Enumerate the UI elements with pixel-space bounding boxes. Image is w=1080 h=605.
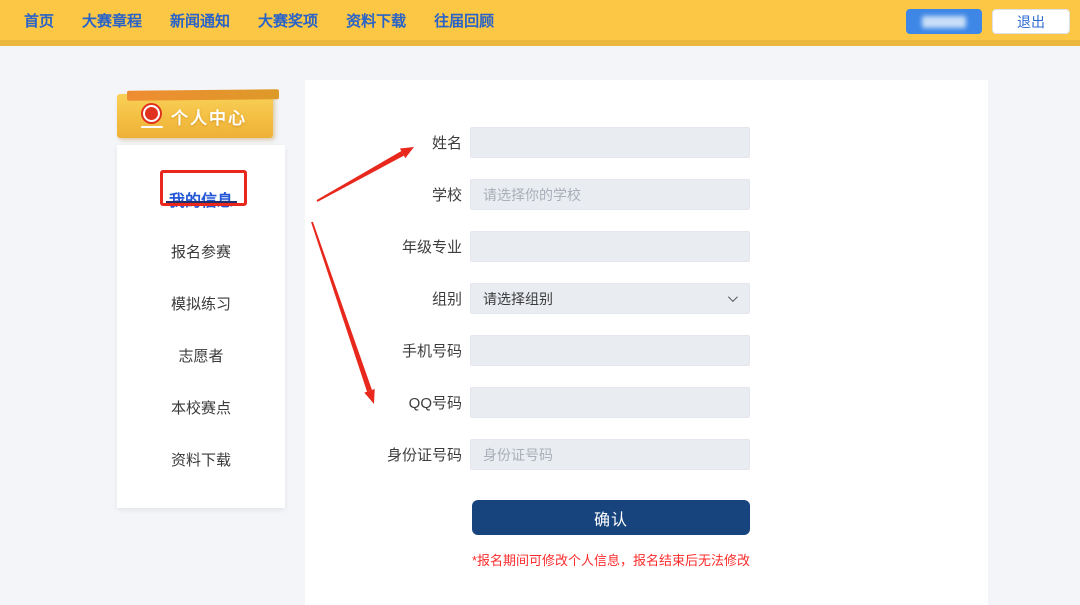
name-input[interactable] [470,127,750,158]
nav-item-charter[interactable]: 大赛章程 [82,10,142,31]
personal-center-page: 首页 大赛章程 新闻通知 大赛奖项 资料下载 往届回顾 退出 个人中心 我的信息 [0,0,1080,605]
group-label: 组别 [305,288,462,309]
nav-items: 首页 大赛章程 新闻通知 大赛奖项 资料下载 往届回顾 [0,10,494,31]
form-note: *报名期间可修改个人信息，报名结束后无法修改 [472,550,750,569]
sidebar-item-mock-practice[interactable]: 模拟练习 [117,277,285,329]
form-row-name: 姓名 [305,127,988,158]
phone-input[interactable] [470,335,750,366]
blurred-username [922,16,966,28]
logout-button[interactable]: 退出 [992,9,1070,34]
user-icon [143,104,161,128]
school-label: 学校 [305,184,462,205]
phone-label: 手机号码 [305,340,462,361]
nav-item-downloads[interactable]: 资料下载 [346,10,406,31]
profile-form: 姓名 学校 年级专业 组别 请选择组别 手机号码 QQ号码 身份证号码 [305,127,988,491]
nav-item-news[interactable]: 新闻通知 [170,10,230,31]
user-account-button[interactable] [906,9,982,34]
form-row-school: 学校 [305,179,988,210]
group-select-value: 请选择组别 [483,289,553,309]
sidebar-item-label: 模拟练习 [171,293,231,314]
sidebar-item-label: 本校赛点 [171,397,231,418]
topbar-right: 退出 [906,9,1070,34]
id-card-label: 身份证号码 [305,444,462,465]
form-row-grade-major: 年级专业 [305,231,988,262]
grade-major-label: 年级专业 [305,236,462,257]
form-row-group: 组别 请选择组别 [305,283,988,314]
nav-item-past-reviews[interactable]: 往届回顾 [434,10,494,31]
name-label: 姓名 [305,132,462,153]
form-row-id-card: 身份证号码 [305,439,988,470]
sidebar-item-label: 资料下载 [171,449,231,470]
sidebar-item-label: 志愿者 [178,345,223,366]
id-card-input[interactable] [470,439,750,470]
group-select[interactable]: 请选择组别 [470,283,750,314]
form-row-phone: 手机号码 [305,335,988,366]
sidebar-item-downloads[interactable]: 资料下载 [117,433,285,485]
nav-item-home[interactable]: 首页 [24,10,54,31]
sidebar-item-volunteer[interactable]: 志愿者 [117,329,285,381]
confirm-button[interactable]: 确认 [472,500,750,535]
sidebar-item-school-venue[interactable]: 本校赛点 [117,381,285,433]
top-navigation-bar: 首页 大赛章程 新闻通知 大赛奖项 资料下载 往届回顾 退出 [0,0,1080,46]
sidebar-header: 个人中心 [117,94,273,138]
sidebar-menu: 我的信息 报名参赛 模拟练习 志愿者 本校赛点 资料下载 [117,145,285,508]
nav-item-awards[interactable]: 大赛奖项 [258,10,318,31]
sidebar-item-my-info[interactable]: 我的信息 [117,173,285,225]
active-item-underline [166,201,237,204]
sidebar-item-label: 我的信息 [169,187,233,211]
sidebar-header-title: 个人中心 [171,104,247,129]
sidebar-item-register[interactable]: 报名参赛 [117,225,285,277]
qq-label: QQ号码 [305,392,462,413]
qq-input[interactable] [470,387,750,418]
sidebar-list: 我的信息 报名参赛 模拟练习 志愿者 本校赛点 资料下载 [117,173,285,485]
grade-major-input[interactable] [470,231,750,262]
sidebar-item-label: 报名参赛 [171,241,231,262]
form-row-qq: QQ号码 [305,387,988,418]
school-input[interactable] [470,179,750,210]
chevron-down-icon [728,292,738,302]
